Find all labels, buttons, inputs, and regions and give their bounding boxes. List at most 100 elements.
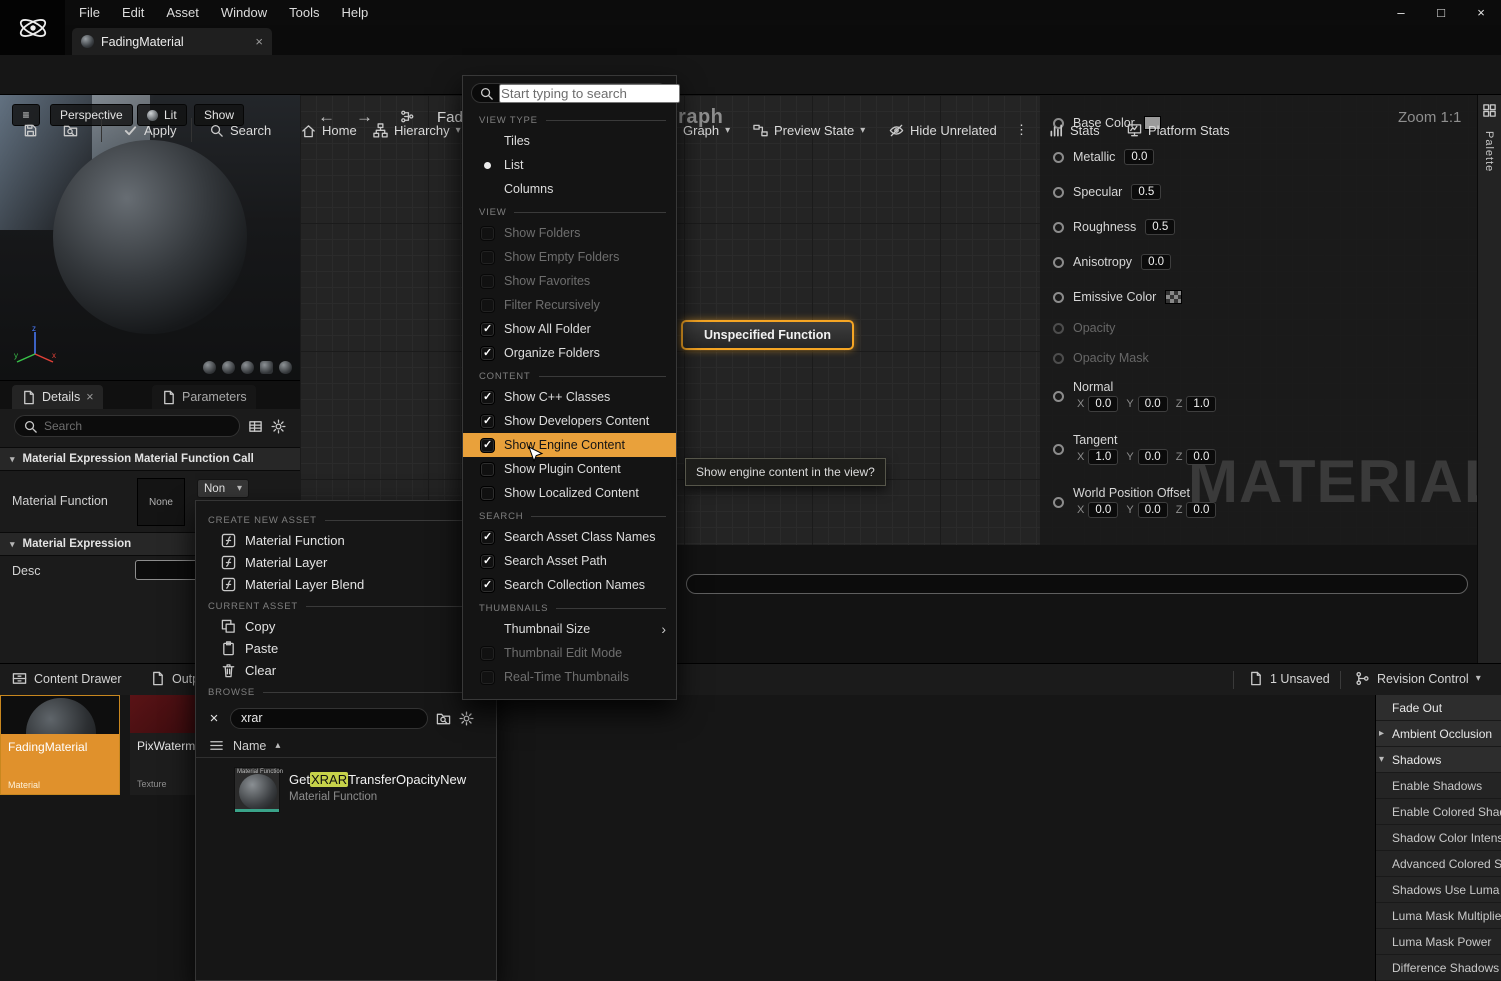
chevron-right-icon[interactable]: ▸ — [1379, 728, 1384, 739]
view-menu-item-show-folders[interactable]: Show Folders — [463, 221, 676, 245]
revision-control-button[interactable]: Revision Control▾ — [1355, 671, 1481, 686]
browse-to-asset-button[interactable] — [58, 117, 83, 143]
material-function-dropdown[interactable]: Non ▾ — [197, 479, 249, 498]
mesh-preview-icon[interactable] — [279, 361, 292, 374]
view-menu-item-thumbnail-edit-mode[interactable]: Thumbnail Edit Mode — [463, 641, 676, 665]
pin-icon[interactable] — [1053, 353, 1064, 364]
property-row-shadows[interactable]: ▾Shadows — [1376, 747, 1501, 773]
hide-unrelated-button[interactable]: Hide Unrelated — [884, 117, 1002, 143]
view-menu-item-show-all-folder[interactable]: ✓Show All Folder — [463, 317, 676, 341]
search-button[interactable]: Search — [204, 117, 276, 143]
pin-value-input[interactable]: 0.5 — [1131, 184, 1161, 200]
minimize-button[interactable]: – — [1381, 0, 1421, 25]
vector-value-input[interactable]: 0.0 — [1138, 396, 1168, 412]
vector-value-input[interactable]: 0.0 — [1186, 449, 1216, 465]
palette-sidebar-tab[interactable]: Palette — [1477, 95, 1501, 663]
toolbar-overflow-button[interactable]: ⋮ — [1010, 117, 1033, 143]
details-search-field[interactable] — [44, 419, 231, 433]
maximize-button[interactable]: □ — [1421, 0, 1461, 25]
view-menu-item-show-favorites[interactable]: Show Favorites — [463, 269, 676, 293]
view-menu-item-show-engine-content[interactable]: ✓Show Engine Content — [463, 433, 676, 457]
output-log-tab[interactable]: Outp — [150, 671, 199, 686]
apply-button[interactable]: Apply — [118, 117, 182, 143]
menu-edit[interactable]: Edit — [111, 0, 155, 25]
pin-value-input[interactable]: 0.5 — [1145, 219, 1175, 235]
pin-icon[interactable] — [1053, 497, 1064, 508]
stats-button[interactable]: Stats — [1044, 117, 1105, 143]
view-menu-item-show-empty-folders[interactable]: Show Empty Folders — [463, 245, 676, 269]
view-menu-item-organize-folders[interactable]: ✓Organize Folders — [463, 341, 676, 365]
view-menu-item-show-c-classes[interactable]: ✓Show C++ Classes — [463, 385, 676, 409]
tab-fadingmaterial[interactable]: FadingMaterial × — [72, 28, 272, 55]
context-menu-item-material-function[interactable]: Material Function — [196, 529, 496, 551]
tab-close-icon[interactable]: × — [255, 34, 263, 49]
pin-value-input[interactable]: 0.0 — [1124, 149, 1154, 165]
menu-file[interactable]: File — [68, 0, 111, 25]
gear-icon[interactable] — [271, 419, 286, 434]
graph-stats-bar[interactable] — [686, 574, 1468, 594]
property-row-fade-out[interactable]: Fade Out — [1376, 695, 1501, 721]
asset-search-input[interactable] — [230, 708, 428, 729]
menu-search-input[interactable] — [471, 83, 668, 103]
pin-icon[interactable] — [1053, 257, 1064, 268]
asset-result-item[interactable]: Material Function GetXRARTransferOpacity… — [234, 767, 484, 813]
display-options-icon[interactable] — [248, 419, 263, 434]
gear-icon[interactable] — [459, 711, 474, 726]
details-search-input[interactable] — [14, 415, 240, 437]
clear-search-icon[interactable]: × — [206, 710, 222, 727]
chevron-down-icon[interactable]: ▾ — [1379, 754, 1384, 765]
plane-preview-icon[interactable] — [241, 361, 254, 374]
vector-value-input[interactable]: 0.0 — [1138, 449, 1168, 465]
menu-window[interactable]: Window — [210, 0, 278, 25]
asset-tile-fadingmaterial[interactable]: FadingMaterial Material — [0, 695, 120, 795]
pin-icon[interactable] — [1053, 323, 1064, 334]
material-function-thumbnail[interactable]: None — [137, 478, 185, 526]
view-menu-item-columns[interactable]: Columns — [463, 177, 676, 201]
view-menu-item-tiles[interactable]: Tiles — [463, 129, 676, 153]
cylinder-preview-icon[interactable] — [203, 361, 216, 374]
close-button[interactable]: × — [1461, 0, 1501, 25]
pin-icon[interactable] — [1053, 222, 1064, 233]
menu-asset[interactable]: Asset — [155, 0, 210, 25]
vector-value-input[interactable]: 0.0 — [1088, 396, 1118, 412]
pin-icon[interactable] — [1053, 152, 1064, 163]
unsaved-status-button[interactable]: 1 Unsaved — [1248, 671, 1330, 686]
pin-icon[interactable] — [1053, 187, 1064, 198]
context-menu-item-paste[interactable]: Paste — [196, 637, 496, 659]
preview-state-button[interactable]: Preview State▾ — [748, 117, 870, 143]
color-swatch[interactable] — [1165, 290, 1182, 304]
context-menu-item-material-layer-blend[interactable]: Material Layer Blend — [196, 573, 496, 595]
view-menu-item-show-developers-content[interactable]: ✓Show Developers Content — [463, 409, 676, 433]
vector-value-input[interactable]: 1.0 — [1186, 396, 1216, 412]
view-menu-item-search-collection-names[interactable]: ✓Search Collection Names — [463, 573, 676, 597]
section-material-function-call[interactable]: ▾ Material Expression Material Function … — [0, 447, 300, 471]
tab-parameters[interactable]: Parameters — [152, 385, 256, 409]
pin-icon[interactable] — [1053, 292, 1064, 303]
view-menu-item-thumbnail-size[interactable]: Thumbnail Size› — [463, 617, 676, 641]
tab-details[interactable]: Details × — [12, 385, 103, 409]
close-icon[interactable]: × — [86, 390, 93, 404]
view-menu-item-list[interactable]: List — [463, 153, 676, 177]
home-button[interactable]: Home — [296, 117, 362, 143]
column-header-row[interactable]: Name ▴ — [196, 734, 496, 758]
view-menu-item-search-asset-path[interactable]: ✓Search Asset Path — [463, 549, 676, 573]
unspecified-function-node[interactable]: Unspecified Function — [681, 320, 854, 350]
clean-graph-button[interactable]: Graph▾ — [678, 117, 735, 143]
menu-help[interactable]: Help — [330, 0, 379, 25]
vector-value-input[interactable]: 1.0 — [1088, 449, 1118, 465]
menu-search-field[interactable] — [499, 84, 680, 103]
context-menu-item-material-layer[interactable]: Material Layer — [196, 551, 496, 573]
context-menu-item-clear[interactable]: Clear — [196, 659, 496, 681]
pin-icon[interactable] — [1053, 391, 1064, 402]
property-row-ambient-occlusion[interactable]: ▸Ambient Occlusion — [1376, 721, 1501, 747]
view-menu-item-filter-recursively[interactable]: Filter Recursively — [463, 293, 676, 317]
context-menu-item-copy[interactable]: Copy — [196, 615, 496, 637]
hierarchy-button[interactable]: Hierarchy▾ — [368, 117, 466, 143]
vector-value-input[interactable]: 0.0 — [1186, 502, 1216, 518]
pin-value-input[interactable]: 0.0 — [1141, 254, 1171, 270]
content-drawer-button[interactable]: Content Drawer — [12, 671, 122, 686]
vector-value-input[interactable]: 0.0 — [1138, 502, 1168, 518]
pin-icon[interactable] — [1053, 444, 1064, 455]
save-button[interactable] — [18, 117, 43, 143]
folder-search-icon[interactable] — [436, 711, 451, 726]
